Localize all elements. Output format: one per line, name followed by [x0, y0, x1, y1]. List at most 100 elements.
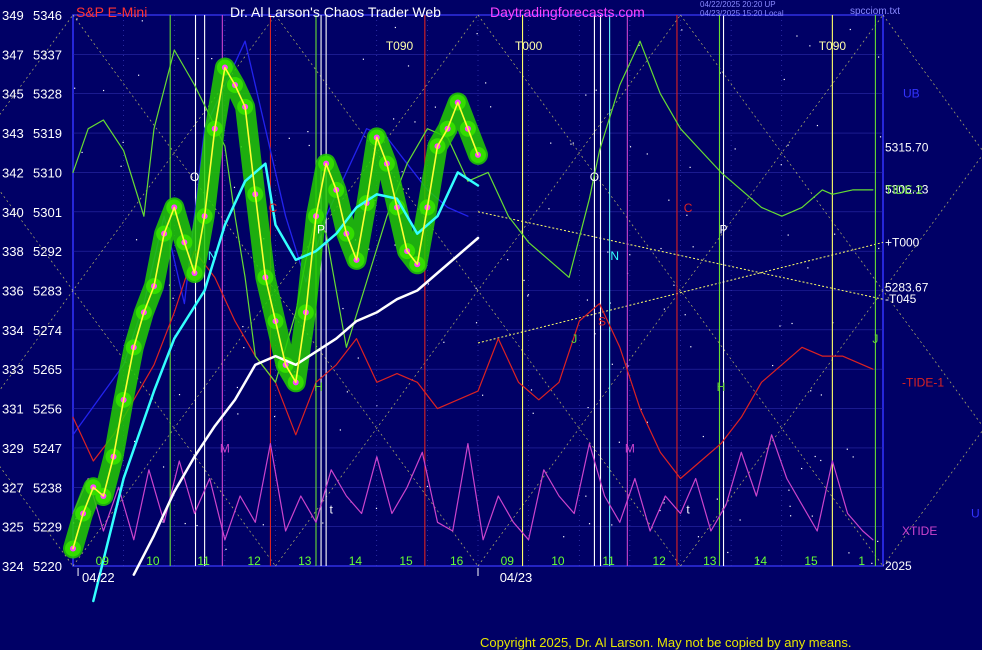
- star-dot: [233, 186, 236, 188]
- star-dot: [138, 74, 140, 76]
- star-dot: [877, 540, 879, 543]
- star-dot: [772, 364, 774, 367]
- cycle-label: T000: [515, 39, 543, 53]
- star-dot: [420, 177, 422, 179]
- star-dot: [852, 456, 854, 458]
- series-label: XTIDE: [902, 524, 937, 538]
- cycle-label: H: [314, 380, 323, 394]
- x-hour-label: 10: [551, 554, 565, 568]
- star-dot: [816, 124, 819, 127]
- y-left-label: 349: [2, 8, 24, 23]
- star-dot: [548, 208, 550, 210]
- chart-title: Dr. Al Larson's Chaos Trader Web: [230, 4, 441, 20]
- cycle-label: P: [317, 223, 325, 237]
- star-dot: [393, 118, 395, 120]
- x-date-label: 04/23: [500, 570, 533, 585]
- star-dot: [475, 287, 477, 289]
- star-dot: [178, 394, 181, 396]
- y-right-label: 5274: [33, 323, 62, 338]
- star-dot: [197, 57, 199, 60]
- star-dot: [443, 341, 445, 343]
- star-dot: [814, 455, 816, 458]
- cycle-label: t: [330, 503, 334, 517]
- star-dot: [727, 551, 729, 554]
- star-dot: [618, 441, 620, 443]
- cycle-label: J: [571, 332, 577, 346]
- y-left-label: 327: [2, 480, 24, 495]
- star-dot: [739, 519, 741, 521]
- star-dot: [809, 45, 811, 47]
- series-label: TIDE-2: [885, 183, 923, 197]
- cycle-label: t: [686, 503, 690, 517]
- star-dot: [339, 429, 341, 431]
- star-dot: [550, 142, 552, 144]
- y-right-label: 5229: [33, 520, 62, 535]
- star-dot: [849, 28, 851, 31]
- star-dot: [375, 507, 378, 509]
- star-dot: [646, 153, 648, 155]
- star-dot: [779, 325, 781, 327]
- star-dot: [288, 137, 290, 139]
- star-dot: [790, 515, 792, 517]
- star-dot: [407, 65, 410, 67]
- star-dot: [485, 82, 487, 84]
- y-left-label: 333: [2, 362, 24, 377]
- cycle-label: O: [190, 170, 199, 184]
- y-left-label: 324: [2, 559, 24, 574]
- cycle-label: T090: [819, 39, 847, 53]
- y-left-label: 340: [2, 205, 24, 220]
- star-dot: [878, 247, 880, 250]
- y-right-label: 5310: [33, 165, 62, 180]
- star-dot: [211, 58, 213, 60]
- series-label: UB: [903, 87, 920, 101]
- star-dot: [407, 188, 410, 190]
- y-right-label: 5220: [33, 559, 62, 574]
- star-dot: [846, 448, 848, 450]
- series-label: -TIDE-1: [902, 375, 944, 389]
- y-right-label: 5256: [33, 402, 62, 417]
- series-label: U: [971, 507, 980, 521]
- cycle-label: O: [590, 170, 599, 184]
- x-hour-label: 09: [501, 554, 515, 568]
- y-right-label: 5346: [33, 8, 62, 23]
- star-dot: [572, 142, 574, 144]
- star-dot: [702, 435, 704, 438]
- star-dot: [308, 144, 310, 147]
- site-link[interactable]: Daytradingforecasts.com: [490, 4, 645, 20]
- y-right-label: 5238: [33, 480, 62, 495]
- star-dot: [530, 389, 533, 391]
- star-dot: [787, 144, 789, 146]
- x-hour-label: 11: [197, 554, 210, 568]
- star-dot: [697, 536, 700, 538]
- star-dot: [196, 524, 198, 527]
- star-dot: [81, 151, 83, 154]
- star-dot: [681, 29, 683, 31]
- cycle-label: P: [720, 223, 728, 237]
- x-hour-label: 10: [146, 554, 160, 568]
- star-dot: [414, 121, 416, 123]
- star-dot: [585, 495, 587, 497]
- y-left-label: 325: [2, 520, 24, 535]
- star-dot: [801, 467, 803, 470]
- update-line-1: 04/22/2025 20:20 UP: [700, 0, 776, 9]
- star-dot: [476, 33, 478, 35]
- star-dot: [74, 87, 76, 89]
- star-dot: [357, 357, 359, 359]
- price-level-label: 5315.70: [885, 141, 929, 155]
- star-dot: [834, 233, 836, 235]
- star-dot: [362, 58, 364, 60]
- star-dot: [734, 148, 736, 150]
- star-dot: [135, 239, 138, 241]
- star-dot: [172, 297, 174, 299]
- star-dot: [587, 407, 589, 409]
- series-label: 2025: [885, 559, 912, 573]
- cycle-label: C: [269, 201, 278, 215]
- star-dot: [262, 524, 264, 526]
- star-dot: [162, 466, 165, 468]
- star-dot: [611, 524, 613, 526]
- x-hour-label: 13: [298, 554, 312, 568]
- star-dot: [783, 78, 785, 81]
- star-dot: [342, 307, 344, 310]
- x-date-label: 04/22: [82, 570, 115, 585]
- x-hour-label: 11: [602, 554, 615, 568]
